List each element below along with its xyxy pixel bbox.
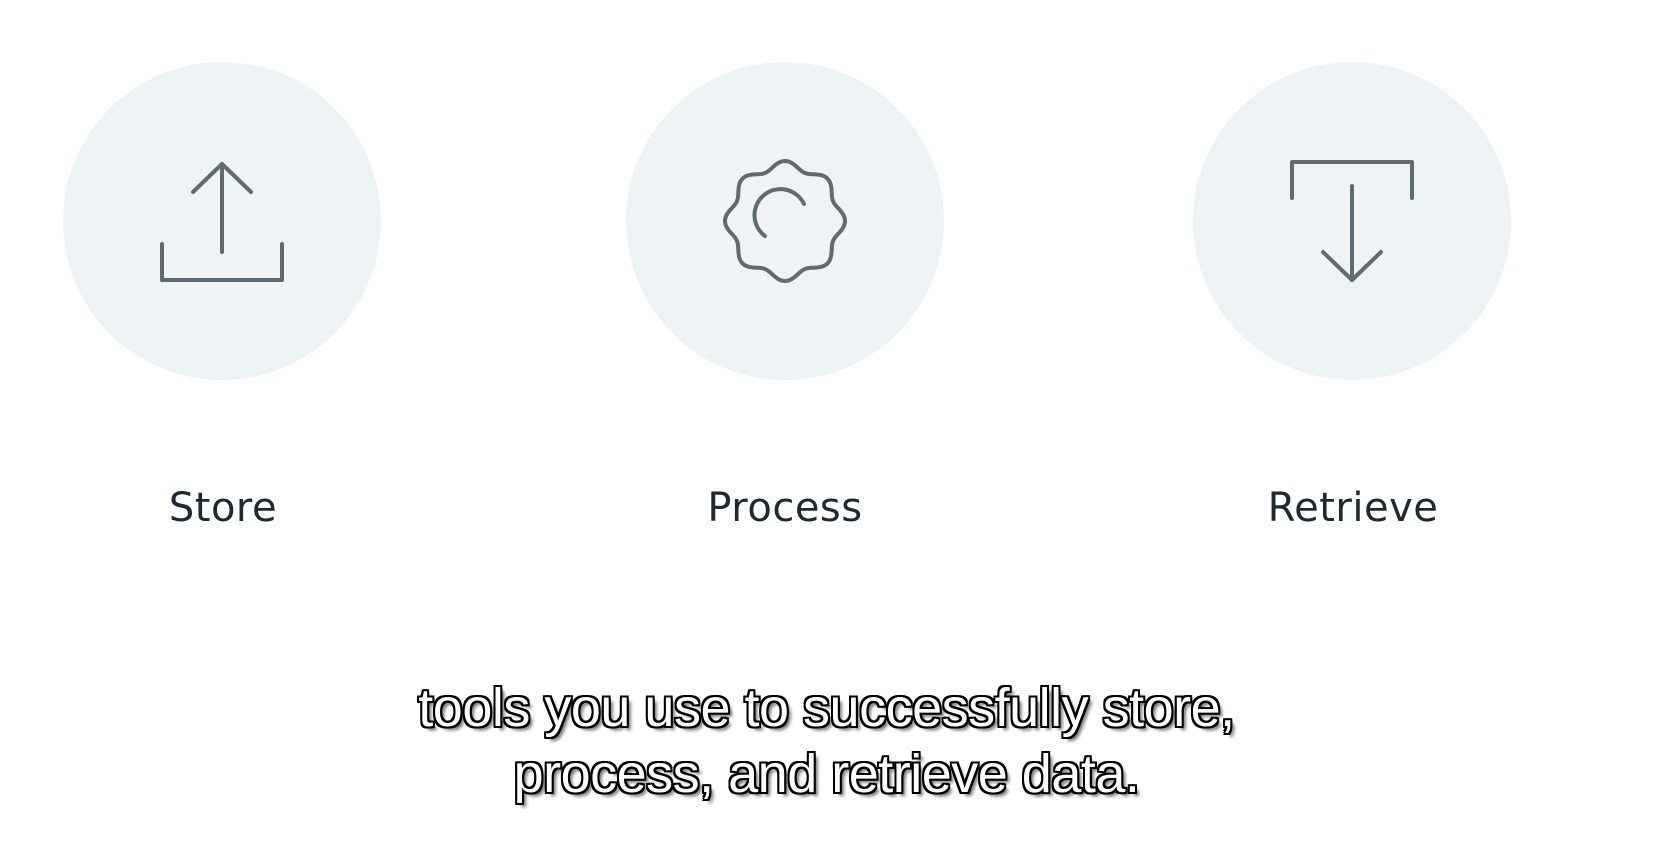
subtitle-line-2: process, and retrieve data. [513, 744, 1140, 804]
subtitle-line-1: tools you use to successfully store, [418, 678, 1235, 738]
store-icon-circle [63, 62, 381, 380]
download-icon [1290, 160, 1414, 282]
store-label: Store [168, 485, 278, 531]
process-label: Process [707, 485, 863, 531]
subtitle-caption: tools you use to successfully store, pro… [0, 675, 1653, 807]
retrieve-label: Retrieve [1267, 485, 1439, 531]
gear-icon [723, 159, 847, 283]
video-frame: Store Process Retrieve tools you use to … [0, 0, 1653, 865]
retrieve-icon-circle [1193, 62, 1511, 380]
process-icon-circle [626, 62, 944, 380]
upload-icon [160, 162, 284, 282]
